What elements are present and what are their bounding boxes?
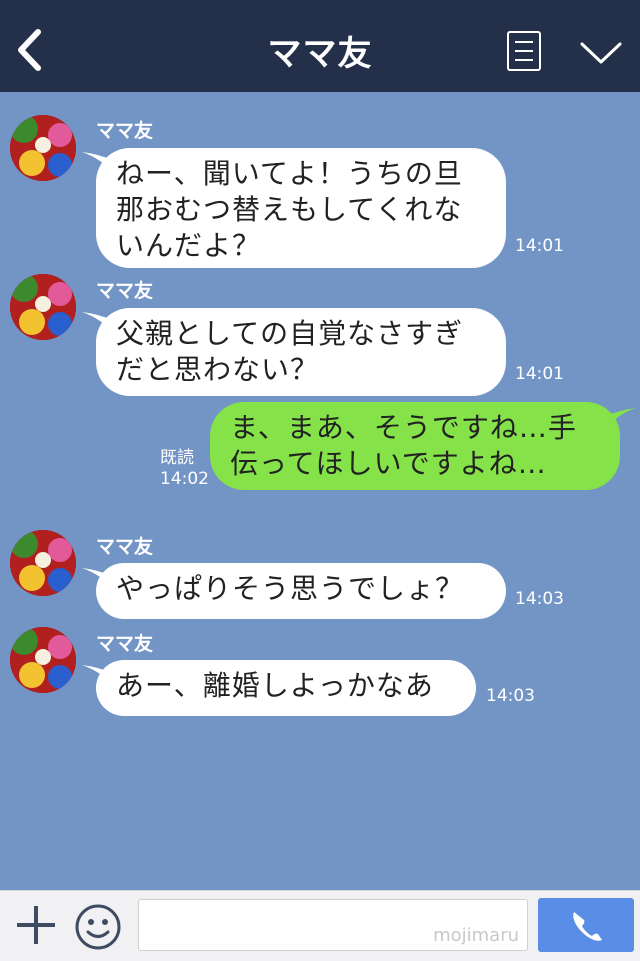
chevron-down-icon xyxy=(580,42,622,64)
call-button[interactable] xyxy=(538,898,634,952)
emoji-button[interactable] xyxy=(74,903,122,951)
phone-icon xyxy=(573,912,602,941)
timestamp: 14:01 xyxy=(515,236,564,256)
sender-name: ママ友 xyxy=(96,633,154,655)
input-bar: mojimaru xyxy=(0,890,640,961)
watermark: mojimaru xyxy=(433,925,519,946)
message-bubble[interactable]: ま、まあ、そうですね…手 伝ってほしいですよね… xyxy=(210,402,620,490)
message-line: いんだよ？ xyxy=(116,229,262,262)
message-line: 伝ってほしいですよね… xyxy=(230,447,547,480)
read-receipt: 既読 14:02 xyxy=(160,448,209,490)
message-line: 那おむつ替えもしてくれな xyxy=(116,193,463,226)
collapse-button[interactable] xyxy=(578,38,624,66)
message-bubble[interactable]: ねー、聞いてよ！うちの旦 那おむつ替えもしてくれな いんだよ？ xyxy=(96,148,506,268)
timestamp: 14:02 xyxy=(160,469,209,489)
message-line: あー、離婚しよっかなあ xyxy=(116,669,434,702)
chat-header: ママ友 xyxy=(0,0,640,92)
message-bubble[interactable]: あー、離婚しよっかなあ xyxy=(96,660,476,716)
menu-button[interactable] xyxy=(507,31,541,71)
read-label: 既読 xyxy=(160,448,194,468)
timestamp: 14:03 xyxy=(515,589,564,609)
sender-name: ママ友 xyxy=(96,280,154,302)
chat-title: ママ友 xyxy=(267,34,373,74)
message-input[interactable]: mojimaru xyxy=(138,899,528,951)
message-line: ま、まあ、そうですね…手 xyxy=(230,411,577,444)
smiley-icon xyxy=(75,904,121,950)
message-line: だと思わない？ xyxy=(116,353,320,386)
avatar-image xyxy=(10,274,76,340)
message-bubble[interactable]: やっぱりそう思うでしょ？ xyxy=(96,563,506,619)
timestamp: 14:01 xyxy=(515,364,564,384)
bubble-tail xyxy=(606,408,636,428)
timestamp: 14:03 xyxy=(486,686,535,706)
avatar-image xyxy=(10,115,76,181)
avatar[interactable] xyxy=(10,627,76,693)
sender-name: ママ友 xyxy=(96,120,154,142)
plus-icon xyxy=(17,906,55,944)
message-line: やっぱりそう思うでしょ？ xyxy=(116,572,465,605)
message-line: 父親としての自覚なさすぎ xyxy=(116,317,464,350)
add-button[interactable] xyxy=(14,903,58,947)
avatar-image xyxy=(10,627,76,693)
avatar[interactable] xyxy=(10,530,76,596)
avatar[interactable] xyxy=(10,115,76,181)
message-line: ねー、聞いてよ！うちの旦 xyxy=(116,157,463,190)
message-bubble[interactable]: 父親としての自覚なさすぎ だと思わない？ xyxy=(96,308,506,396)
avatar-image xyxy=(10,530,76,596)
avatar[interactable] xyxy=(10,274,76,340)
sender-name: ママ友 xyxy=(96,536,154,558)
